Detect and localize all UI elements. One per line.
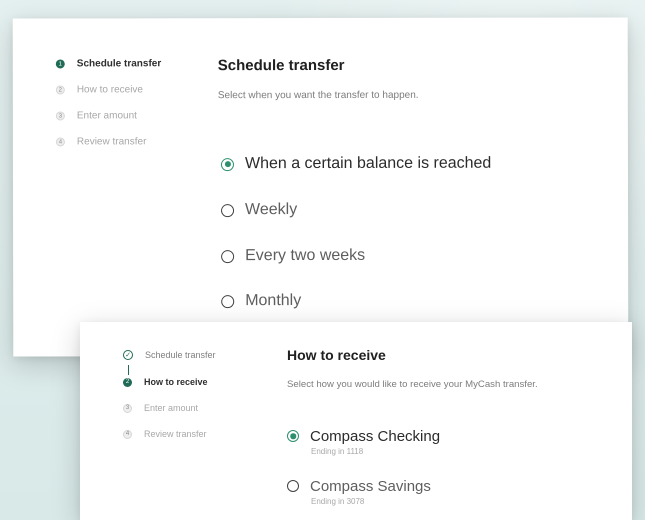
step-label: How to receive (76, 84, 143, 96)
option-label: Weekly (245, 201, 298, 219)
radio-unselected-icon[interactable] (221, 203, 235, 217)
step-enter-amount[interactable]: 3 Enter amount (55, 110, 137, 122)
option-label: When a certain balance is reached (244, 154, 492, 173)
option-every-two-weeks[interactable]: Every two weeks (221, 247, 365, 265)
step-schedule-transfer[interactable]: 1 Schedule transfer (55, 58, 162, 70)
step-schedule-transfer[interactable]: ✓ Schedule transfer (123, 350, 216, 360)
step-marker-3: 3 (55, 111, 65, 121)
option-weekly[interactable]: Weekly (221, 201, 297, 219)
step-connector-line (128, 365, 129, 375)
schedule-transfer-card: 1 Schedule transfer 2 How to receive 3 E… (12, 17, 629, 357)
option-compass-checking[interactable]: Compass Checking Ending in 1118 (287, 428, 440, 456)
page-subtitle: Select when you want the transfer to hap… (217, 89, 419, 102)
step-marker-3: 3 (123, 403, 132, 413)
how-to-receive-card: ✓ Schedule transfer 2 How to receive 3 E… (80, 322, 632, 520)
radio-selected-icon[interactable] (220, 157, 234, 171)
radio-selected-icon[interactable] (287, 430, 299, 442)
step-marker-2: 2 (123, 377, 132, 387)
step-label: Review transfer (76, 136, 147, 148)
step-label: Review transfer (144, 429, 207, 439)
option-monthly[interactable]: Monthly (221, 292, 301, 310)
step-label: Enter amount (144, 403, 199, 413)
account-detail: Ending in 3078 (311, 497, 365, 506)
step-label: Schedule transfer (76, 58, 162, 70)
step-label: Enter amount (76, 110, 137, 122)
page-title: How to receive (287, 347, 386, 363)
option-balance-reached[interactable]: When a certain balance is reached (220, 154, 492, 173)
radio-unselected-icon[interactable] (221, 294, 235, 308)
step-enter-amount[interactable]: 3 Enter amount (123, 403, 198, 413)
option-label: Compass Checking (310, 428, 441, 445)
account-detail: Ending in 1118 (311, 447, 364, 456)
step-marker-2: 2 (55, 85, 65, 95)
step-how-to-receive[interactable]: 2 How to receive (55, 84, 143, 96)
step-marker-1: 1 (55, 59, 65, 69)
option-compass-savings[interactable]: Compass Savings Ending in 3078 (287, 478, 431, 506)
step-marker-4: 4 (123, 429, 132, 439)
option-content: Compass Savings Ending in 3078 (310, 478, 431, 506)
page-subtitle: Select how you would like to receive you… (287, 379, 538, 390)
page-title: Schedule transfer (217, 56, 345, 75)
option-label: Compass Savings (310, 478, 431, 495)
step-label: How to receive (144, 377, 208, 387)
option-label: Every two weeks (245, 246, 366, 265)
option-label: Monthly (245, 292, 302, 310)
step-marker-4: 4 (55, 137, 65, 147)
step-review-transfer[interactable]: 4 Review transfer (123, 429, 207, 439)
step-how-to-receive[interactable]: 2 How to receive (123, 377, 208, 387)
check-circle-icon: ✓ (123, 350, 133, 360)
radio-unselected-icon[interactable] (221, 249, 235, 263)
step-review-transfer[interactable]: 4 Review transfer (55, 136, 147, 148)
step-label: Schedule transfer (145, 350, 216, 360)
radio-unselected-icon[interactable] (287, 480, 299, 492)
option-content: Compass Checking Ending in 1118 (310, 428, 440, 456)
